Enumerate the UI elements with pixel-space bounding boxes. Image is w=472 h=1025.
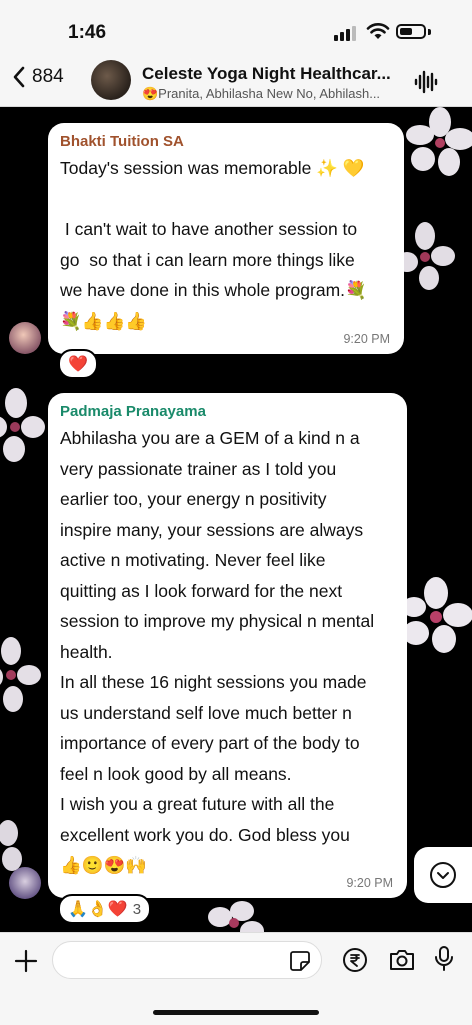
message-time: 9:20 PM (343, 332, 390, 346)
message-sender[interactable]: Bhakti Tuition SA (60, 133, 392, 150)
battery-icon (396, 24, 426, 39)
status-time: 1:46 (68, 22, 107, 43)
wifi-icon (366, 23, 390, 39)
message-reactions[interactable]: 🙏👌❤️ 3 (58, 894, 152, 924)
wallpaper-flower (402, 577, 472, 653)
wallpaper-flower (0, 388, 45, 462)
reaction-emojis: 🙏👌❤️ (68, 901, 128, 918)
message-bubble[interactable]: Padmaja Pranayama Abhilasha you are a GE… (48, 393, 407, 898)
chevron-left-icon (13, 66, 25, 88)
chat-area[interactable]: Bhakti Tuition SA Today's session was me… (0, 107, 472, 932)
message-input[interactable] (52, 941, 322, 979)
wallpaper-flower (0, 637, 41, 712)
chat-header: 884 Celeste Yoga Night Healthcar... 😍Pra… (0, 58, 472, 107)
message-bubble[interactable]: Bhakti Tuition SA Today's session was me… (48, 123, 404, 354)
battery-tip (428, 29, 431, 35)
message-text: Abhilasha you are a GEM of a kind n a ve… (60, 428, 375, 875)
plus-icon[interactable] (14, 949, 38, 973)
message-time: 9:20 PM (346, 876, 393, 890)
sender-avatar[interactable] (9, 867, 41, 899)
wallpaper-flower (406, 107, 472, 176)
waveform-icon[interactable] (414, 70, 438, 94)
microphone-icon[interactable] (434, 945, 454, 973)
rupee-icon[interactable] (342, 947, 368, 973)
cellular-signal-icon (334, 26, 356, 41)
back-button[interactable]: 884 (12, 66, 64, 88)
reaction-emojis: ❤️ (68, 356, 88, 373)
wallpaper-flower (208, 901, 264, 932)
message-text: Today's session was memorable ✨ 💛 I can'… (60, 158, 367, 331)
group-avatar[interactable] (91, 60, 131, 100)
sender-avatar[interactable] (9, 322, 41, 354)
sticker-icon[interactable] (289, 950, 311, 972)
chevron-down-icon (430, 862, 456, 888)
camera-icon[interactable] (388, 947, 416, 973)
chat-members[interactable]: 😍Pranita, Abhilasha New No, Abhilash... (142, 86, 398, 102)
back-unread-count: 884 (32, 66, 64, 87)
scroll-to-bottom-button[interactable] (414, 847, 472, 903)
status-bar: 1:46 (0, 0, 472, 58)
message-sender[interactable]: Padmaja Pranayama (60, 403, 395, 420)
home-indicator (153, 1010, 319, 1015)
chat-title[interactable]: Celeste Yoga Night Healthcar... (142, 64, 404, 84)
reaction-count: 3 (132, 900, 142, 918)
wallpaper-flower (396, 222, 455, 290)
message-reactions[interactable]: ❤️ (58, 349, 98, 379)
